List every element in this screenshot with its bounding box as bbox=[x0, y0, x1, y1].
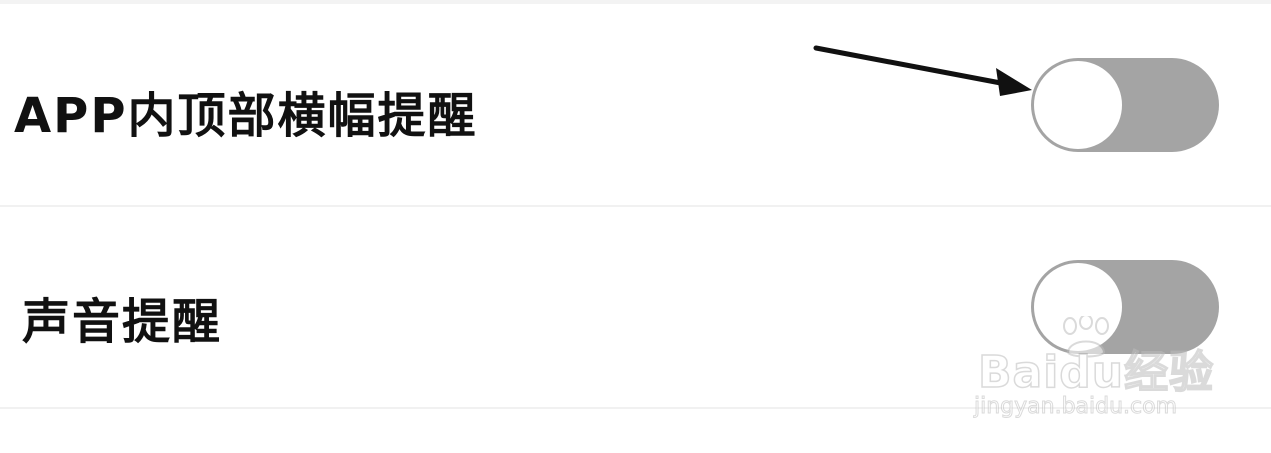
watermark-brand: Baidu经验 bbox=[977, 346, 1215, 399]
settings-page: APP内顶部横幅提醒 声音提醒 Baidu经验 jingyan.baidu.co… bbox=[0, 0, 1271, 453]
watermark-url: jingyan.baidu.com bbox=[973, 394, 1178, 420]
divider bbox=[0, 205, 1271, 207]
setting-row-in-app-banner: APP内顶部横幅提醒 bbox=[0, 4, 1271, 206]
setting-label-in-app-banner: APP内顶部横幅提醒 bbox=[14, 88, 478, 144]
arrow-icon bbox=[813, 45, 1032, 96]
baidu-watermark: Baidu经验 jingyan.baidu.com bbox=[970, 316, 1214, 426]
setting-label-sound: 声音提醒 bbox=[22, 294, 223, 350]
in-app-banner-toggle[interactable] bbox=[1031, 58, 1219, 152]
toggle-knob bbox=[1032, 59, 1124, 151]
